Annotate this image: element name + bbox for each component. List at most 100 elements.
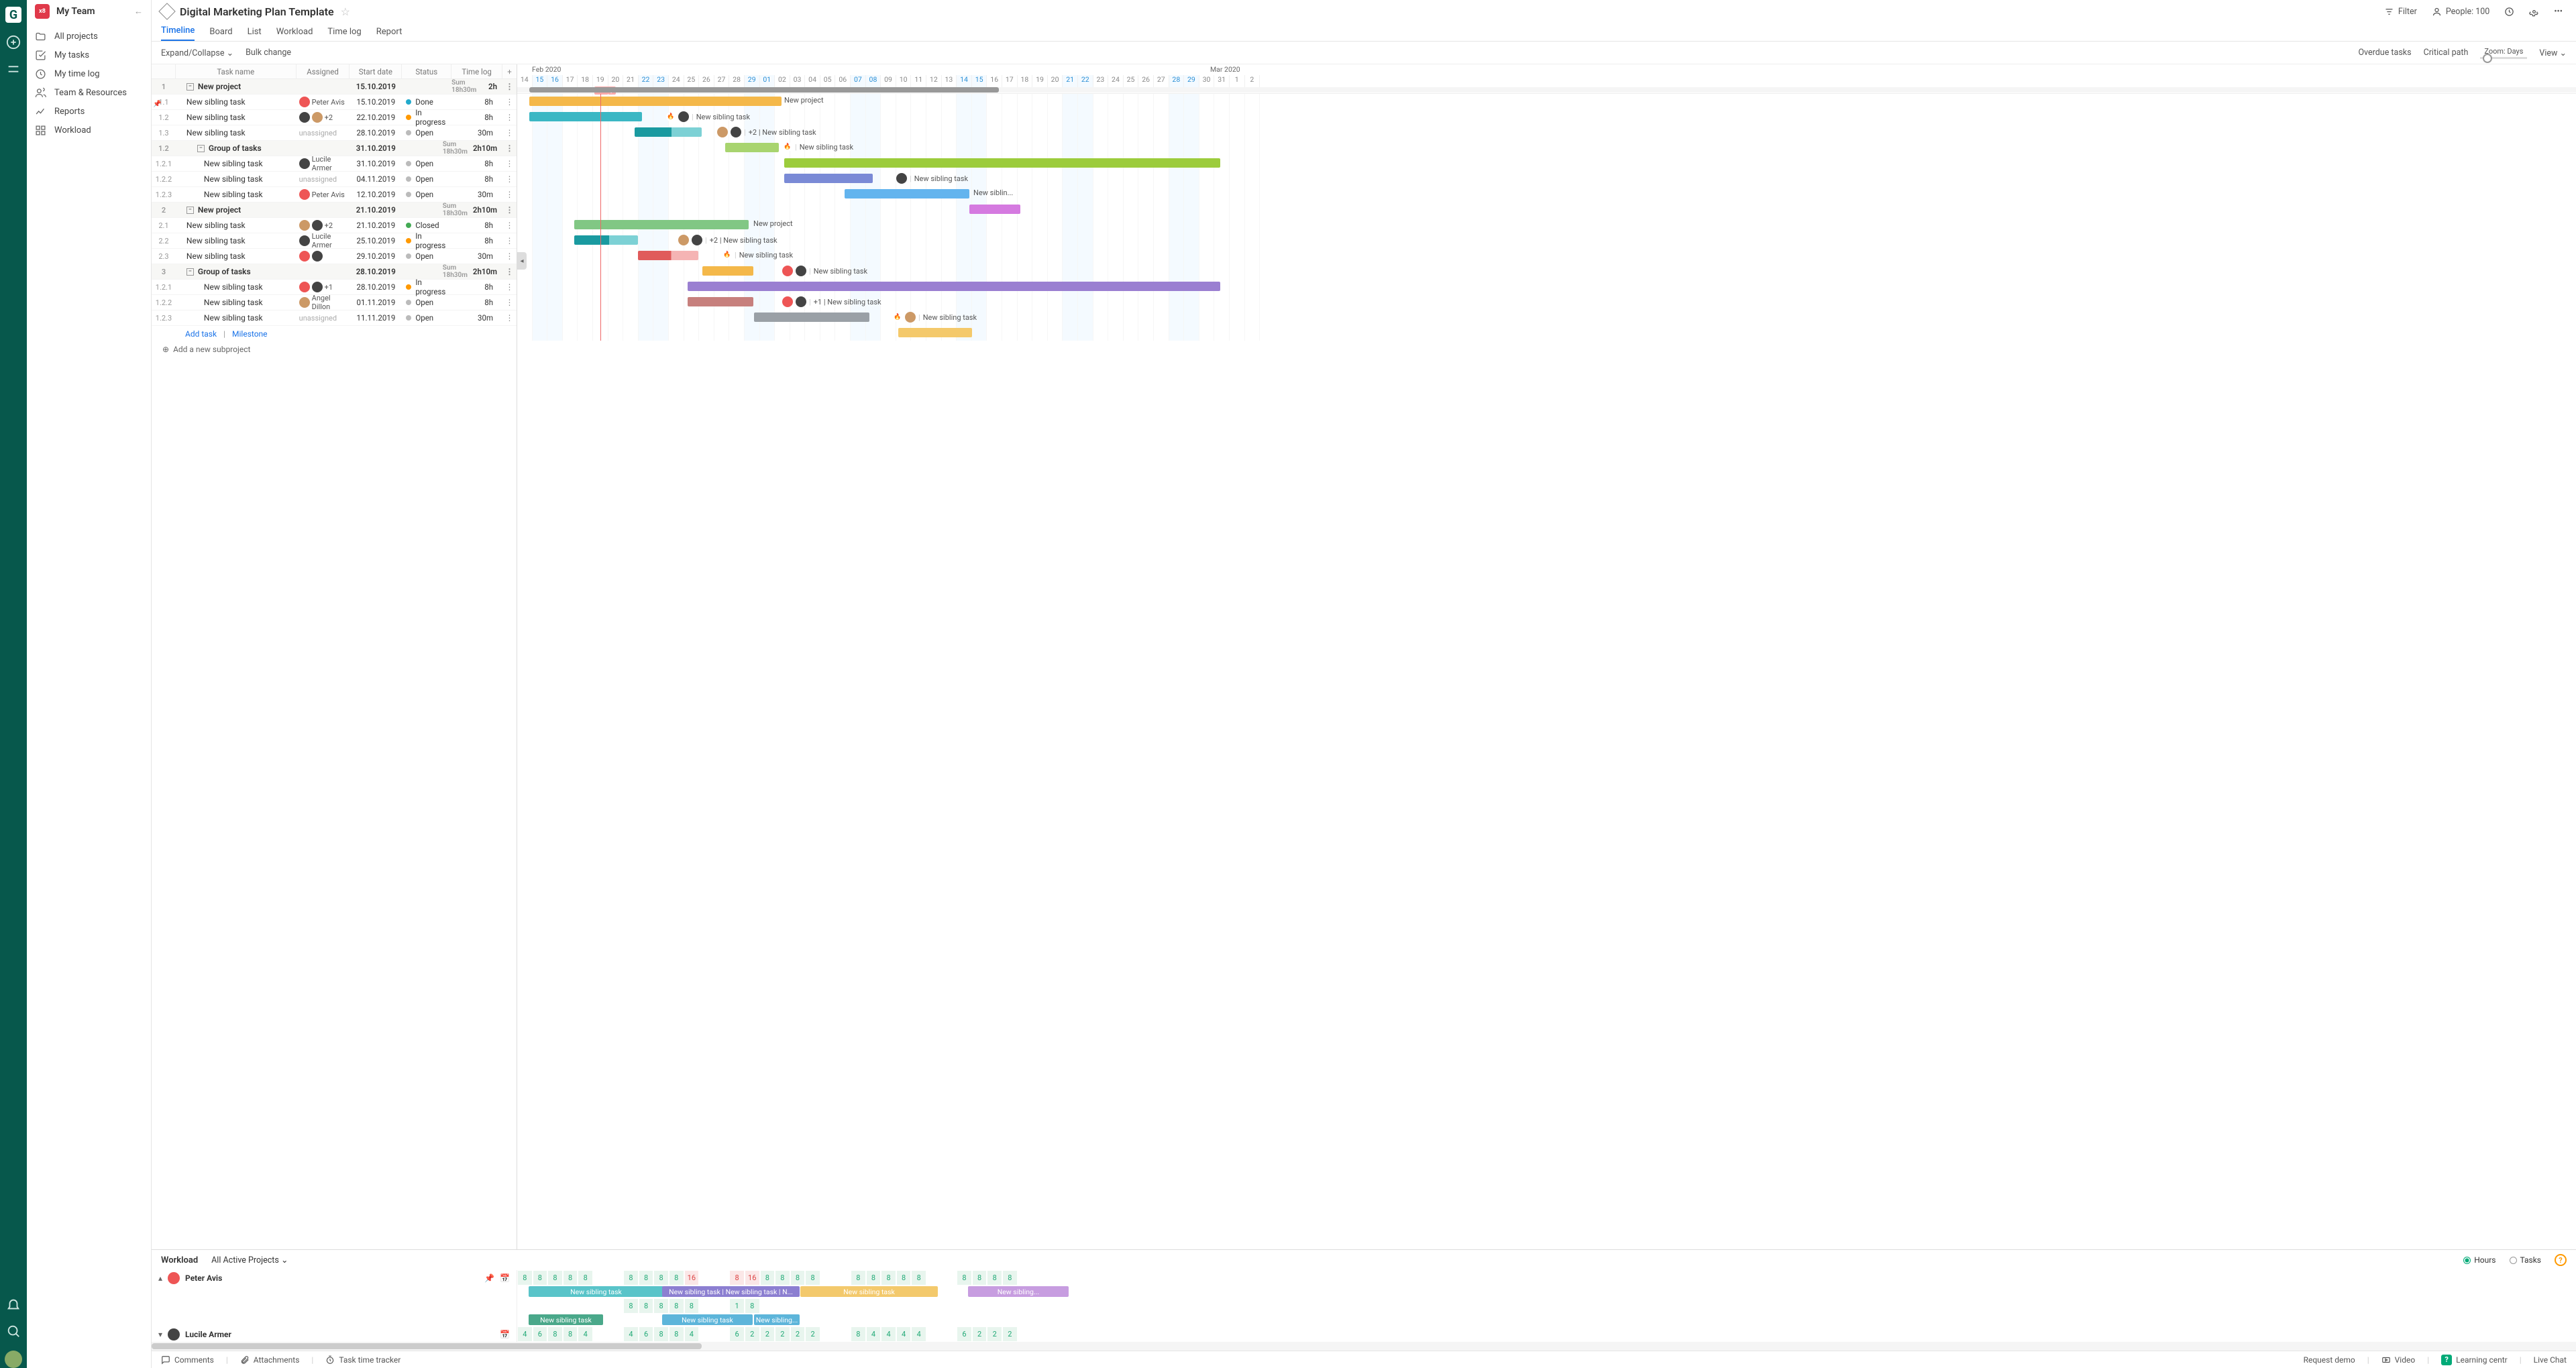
date-cell[interactable]: 15.10.2019 bbox=[350, 97, 402, 107]
col-assigned[interactable]: Assigned bbox=[297, 64, 350, 78]
comments-link[interactable]: Comments bbox=[161, 1355, 214, 1365]
status-cell[interactable]: Closed bbox=[402, 221, 451, 230]
workload-cell[interactable]: 16 bbox=[745, 1270, 760, 1286]
workload-cell[interactable]: 8 bbox=[578, 1270, 593, 1286]
workload-cell[interactable] bbox=[835, 1326, 851, 1342]
row-menu-icon[interactable]: ⋮ bbox=[502, 267, 517, 276]
task-row[interactable]: 1.2.1 New sibling task Lucile Armer 31.1… bbox=[152, 156, 517, 172]
history-icon[interactable] bbox=[2500, 4, 2518, 19]
col-time-log[interactable]: Time log bbox=[451, 64, 502, 78]
status-cell[interactable]: In progress bbox=[402, 231, 451, 250]
status-cell[interactable]: Open bbox=[402, 128, 451, 137]
workload-cell[interactable]: 8 bbox=[653, 1298, 669, 1314]
workload-cell[interactable]: 4 bbox=[896, 1326, 912, 1342]
collapse-handle[interactable]: ◂ bbox=[517, 252, 527, 270]
workload-cell[interactable]: 8 bbox=[547, 1270, 563, 1286]
assignee-cell[interactable]: Peter Avis bbox=[297, 97, 350, 107]
assignee-cell[interactable]: Lucile Armer bbox=[297, 232, 350, 249]
workload-cell[interactable]: 4 bbox=[623, 1326, 639, 1342]
task-row[interactable]: 2 −New project 21.10.2019 Sum 18h30m2h10… bbox=[152, 203, 517, 218]
workload-cell[interactable]: 2 bbox=[805, 1326, 820, 1342]
task-row[interactable]: 1.2 New sibling task +2 22.10.2019 In pr… bbox=[152, 110, 517, 125]
workload-cell[interactable] bbox=[608, 1298, 624, 1314]
collapse-toggle[interactable]: − bbox=[186, 83, 194, 91]
date-cell[interactable]: 28.10.2019 bbox=[350, 128, 402, 137]
expand-icon[interactable]: ▾ bbox=[158, 1330, 162, 1339]
expand-collapse-button[interactable]: Expand/Collapse ⌄ bbox=[161, 48, 233, 58]
workload-cell[interactable]: 8 bbox=[851, 1326, 866, 1342]
workload-cell[interactable]: 2 bbox=[987, 1326, 1002, 1342]
more-icon[interactable]: ••• bbox=[2550, 4, 2567, 19]
workload-cell[interactable]: 8 bbox=[563, 1326, 578, 1342]
gantt-bar[interactable] bbox=[784, 174, 873, 183]
workload-cell[interactable] bbox=[593, 1298, 608, 1314]
gantt-bar[interactable] bbox=[898, 328, 972, 337]
sidebar-item-all-projects[interactable]: All projects bbox=[27, 27, 151, 46]
workload-cell[interactable]: 8 bbox=[805, 1270, 820, 1286]
time-tracker-link[interactable]: Task time tracker bbox=[325, 1355, 400, 1365]
tab-workload[interactable]: Workload bbox=[276, 27, 313, 41]
sidebar-item-my-tasks[interactable]: My tasks bbox=[27, 46, 151, 64]
bulk-change-button[interactable]: Bulk change bbox=[246, 48, 291, 58]
workload-task-bar[interactable]: New sibling task bbox=[662, 1314, 753, 1325]
workload-cell[interactable] bbox=[942, 1326, 957, 1342]
workload-cell[interactable] bbox=[578, 1298, 593, 1314]
workload-person-row[interactable]: ▴Peter Avis📌📅 bbox=[152, 1270, 517, 1286]
workload-cell[interactable]: 8 bbox=[669, 1270, 684, 1286]
date-cell[interactable]: 31.10.2019 bbox=[350, 159, 402, 168]
task-row[interactable]: 1.2 −Group of tasks 31.10.2019 Sum 18h30… bbox=[152, 141, 517, 156]
task-row[interactable]: 2.2 New sibling task Lucile Armer 25.10.… bbox=[152, 233, 517, 249]
workload-cell[interactable] bbox=[714, 1326, 730, 1342]
workload-cell[interactable]: 8 bbox=[987, 1270, 1002, 1286]
task-row[interactable]: 1.2.3 New sibling task unassigned 11.11.… bbox=[152, 310, 517, 326]
workload-cell[interactable] bbox=[820, 1326, 836, 1342]
workload-cell[interactable]: 8 bbox=[1002, 1270, 1018, 1286]
workload-project-dropdown[interactable]: All Active Projects ⌄ bbox=[211, 1255, 288, 1265]
date-cell[interactable]: 11.11.2019 bbox=[350, 313, 402, 323]
gantt-bar[interactable] bbox=[529, 97, 782, 106]
row-menu-icon[interactable]: ⋮ bbox=[502, 190, 517, 199]
calendar-icon[interactable]: 📅 bbox=[500, 1330, 510, 1339]
assignee-cell[interactable]: Peter Avis bbox=[297, 189, 350, 200]
workload-cell[interactable] bbox=[699, 1298, 714, 1314]
status-cell[interactable]: In progress bbox=[402, 108, 451, 127]
sidebar-item-workload[interactable]: Workload bbox=[27, 121, 151, 139]
workload-cell[interactable] bbox=[926, 1270, 942, 1286]
workload-cell[interactable]: 4 bbox=[684, 1326, 700, 1342]
assignee-cell[interactable]: unassigned bbox=[297, 175, 350, 184]
tab-board[interactable]: Board bbox=[209, 27, 232, 41]
row-menu-icon[interactable]: ⋮ bbox=[502, 97, 517, 107]
workload-cell[interactable]: 8 bbox=[972, 1270, 987, 1286]
calendar-icon[interactable]: 📅 bbox=[500, 1273, 510, 1283]
gantt-bar[interactable] bbox=[725, 143, 779, 152]
date-cell[interactable]: 04.11.2019 bbox=[350, 174, 402, 184]
collapse-toggle[interactable]: − bbox=[186, 207, 194, 214]
expand-icon[interactable]: ▴ bbox=[158, 1273, 162, 1283]
timelog-cell[interactable]: 8h bbox=[451, 282, 502, 292]
workload-cell[interactable]: 16 bbox=[684, 1270, 700, 1286]
add-column-button[interactable]: + bbox=[502, 64, 517, 78]
menu-icon[interactable] bbox=[6, 62, 21, 76]
gantt-bar[interactable] bbox=[688, 297, 753, 306]
row-menu-icon[interactable]: ⋮ bbox=[502, 159, 517, 168]
workload-cell[interactable]: 4 bbox=[866, 1326, 881, 1342]
row-menu-icon[interactable]: ⋮ bbox=[502, 205, 517, 215]
task-row[interactable]: 1.2.3 New sibling task Peter Avis 12.10.… bbox=[152, 187, 517, 203]
row-menu-icon[interactable]: ⋮ bbox=[502, 174, 517, 184]
workload-cell[interactable] bbox=[608, 1326, 624, 1342]
workload-cell[interactable]: 2 bbox=[972, 1326, 987, 1342]
row-menu-icon[interactable]: ⋮ bbox=[502, 82, 517, 91]
workload-cell[interactable]: 8 bbox=[790, 1270, 806, 1286]
workload-cell[interactable] bbox=[714, 1270, 730, 1286]
workload-task-bar[interactable]: New sibling task | New sibling task | N.… bbox=[662, 1286, 800, 1297]
workload-cell[interactable] bbox=[942, 1270, 957, 1286]
status-cell[interactable]: Open bbox=[402, 174, 451, 184]
workload-cell[interactable]: 6 bbox=[639, 1326, 654, 1342]
gantt-bar[interactable] bbox=[754, 312, 869, 322]
status-cell[interactable]: Open bbox=[402, 190, 451, 199]
date-cell[interactable]: 21.10.2019 bbox=[350, 205, 402, 215]
assignee-cell[interactable] bbox=[297, 251, 350, 262]
user-avatar[interactable] bbox=[5, 1351, 22, 1368]
add-icon[interactable] bbox=[6, 35, 21, 50]
workload-cell[interactable]: 2 bbox=[775, 1326, 790, 1342]
